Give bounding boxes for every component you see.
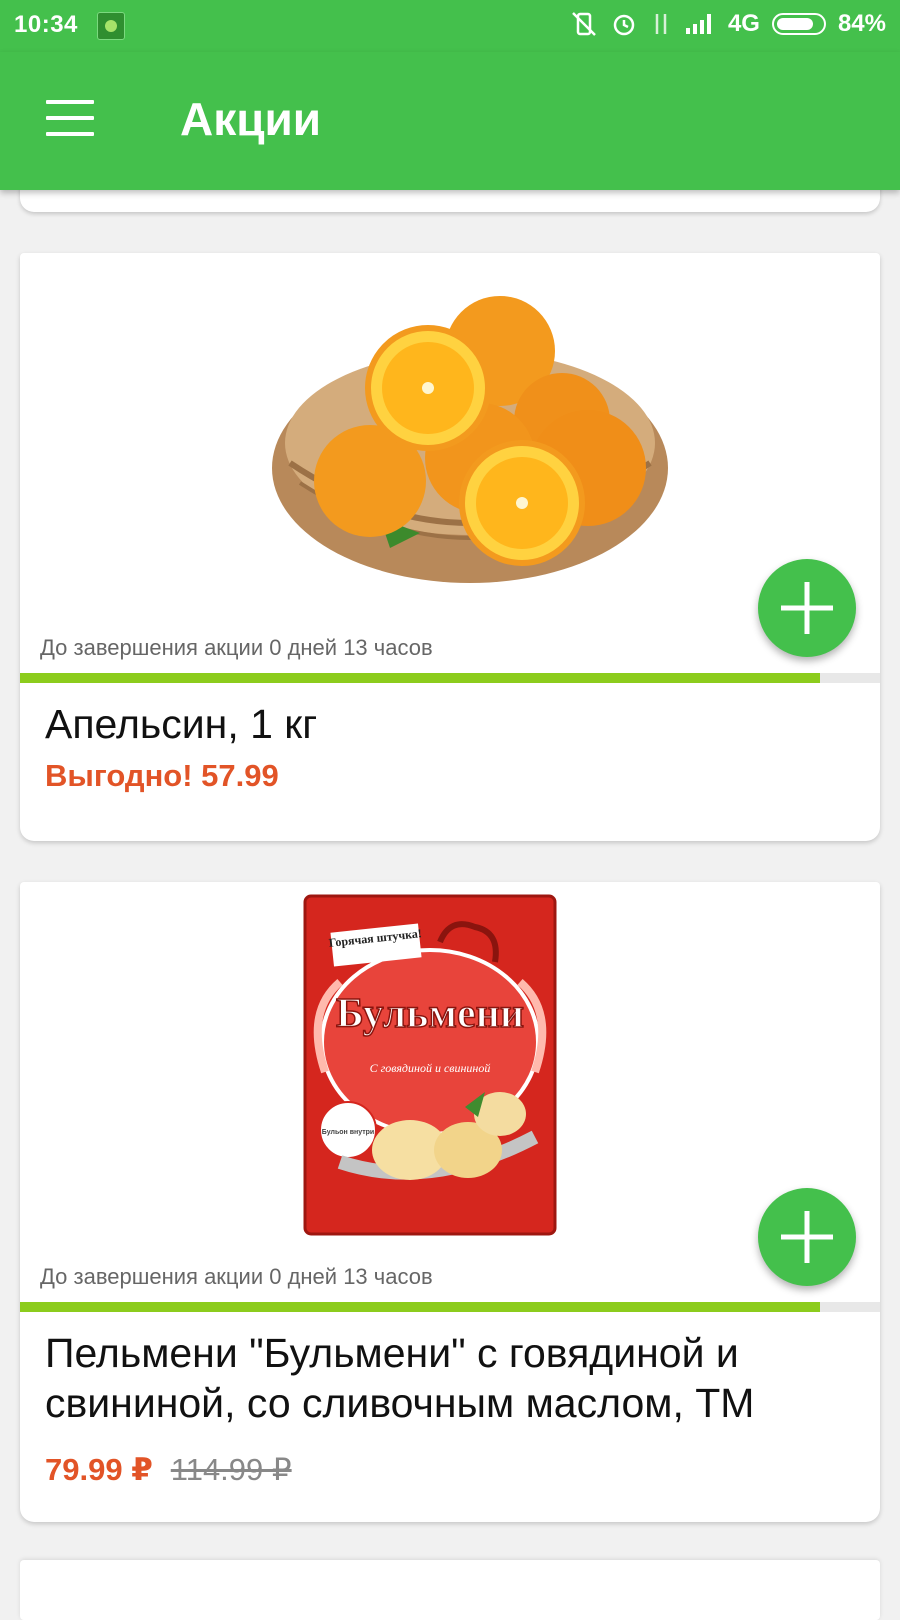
add-to-cart-button[interactable] <box>758 559 856 657</box>
hamburger-menu-icon[interactable] <box>46 100 94 138</box>
package-badge-text: Бульон внутри <box>322 1129 374 1136</box>
battery-percent: 84% <box>837 10 886 37</box>
status-icons: 4G 84% <box>570 10 886 38</box>
dumplings-package-image: Горячая штучка! Бульмени С говядиной и с… <box>303 894 557 1236</box>
network-type: 4G <box>727 10 760 37</box>
promo-progress-bar <box>20 673 880 683</box>
promo-timer: До завершения акции 0 дней 13 часов <box>40 635 433 660</box>
package-flavor-text: С говядиной и свининой <box>370 1061 491 1075</box>
status-bar: 10:34 4G 84% <box>0 0 900 52</box>
battery-icon <box>771 13 826 35</box>
data-arrows-icon <box>655 14 667 34</box>
signal-icon <box>685 14 711 34</box>
promo-progress-bar <box>20 1302 880 1312</box>
status-time: 10:34 <box>14 11 78 38</box>
product-image: Горячая штучка! Бульмени С говядиной и с… <box>20 882 880 1302</box>
promo-progress-fill <box>20 1302 820 1312</box>
plus-icon <box>781 1211 833 1263</box>
notification-icon <box>97 12 125 40</box>
product-card[interactable]: До завершения акции 0 дней 13 часов Апел… <box>20 253 880 841</box>
page-title: Акции <box>180 93 322 145</box>
next-product-card[interactable] <box>20 1560 880 1620</box>
product-name: Пельмени "Бульмени" с говядиной и свинин… <box>45 1330 755 1426</box>
vibrate-off-icon <box>572 12 596 36</box>
plus-icon <box>781 582 833 634</box>
product-price: Выгодно! 57.99 <box>45 758 279 793</box>
product-price-line: 79.99 ₽ 114.99 ₽ <box>45 1452 292 1488</box>
promo-progress-fill <box>20 673 820 683</box>
product-old-price: 114.99 ₽ <box>170 1452 292 1487</box>
alarm-icon <box>613 14 635 36</box>
product-image <box>20 253 880 673</box>
product-price-line: Выгодно! 57.99 <box>45 758 279 794</box>
app-bar: Акции <box>0 52 900 190</box>
product-name: Апельсин, 1 кг <box>45 701 318 747</box>
promo-timer: До завершения акции 0 дней 13 часов <box>40 1264 433 1289</box>
oranges-basket-image <box>272 296 668 583</box>
add-to-cart-button[interactable] <box>758 1188 856 1286</box>
product-price: 79.99 ₽ <box>45 1452 153 1487</box>
package-product-text: Бульмени <box>336 991 524 1037</box>
product-card[interactable]: Горячая штучка! Бульмени С говядиной и с… <box>20 882 880 1522</box>
